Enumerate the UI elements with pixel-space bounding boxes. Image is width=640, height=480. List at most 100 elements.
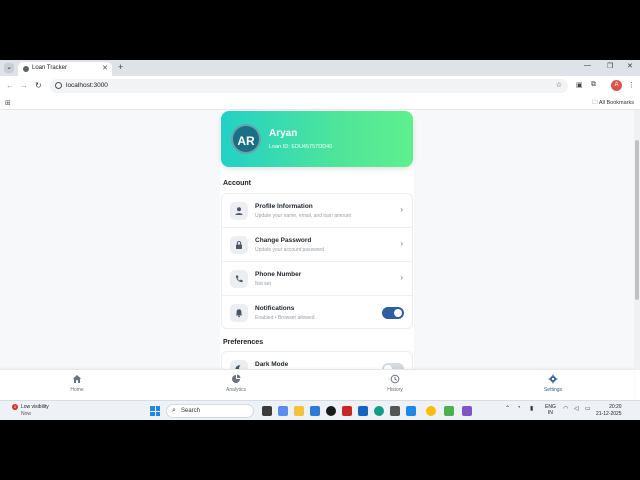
wifi-icon[interactable]: ◠ [563, 405, 568, 412]
nav-home[interactable]: Home [47, 374, 107, 393]
section-title-account: Account [223, 180, 251, 187]
chart-icon [232, 374, 241, 383]
profile-avatar[interactable]: A [611, 80, 622, 91]
mic-icon[interactable]: ▮ [530, 405, 533, 412]
phone-number-row[interactable]: Phone Number Not set › [222, 262, 412, 296]
chevron-right-icon: › [400, 239, 403, 248]
home-icon [72, 375, 82, 383]
clock-time: 20:20 [609, 404, 622, 410]
bottom-nav: Home Analytics History Settings [0, 369, 634, 399]
nav-settings[interactable]: Settings [523, 374, 583, 393]
gear-icon [548, 374, 558, 384]
browser-tab[interactable]: Loan Tracker ✕ [18, 62, 112, 76]
mongodb-icon[interactable] [444, 406, 454, 416]
all-bookmarks-button[interactable]: 🗀 All Bookmarks [592, 99, 634, 108]
taskbar-search[interactable]: ⌕ Search [166, 404, 254, 418]
row-subtitle: Update your account password [255, 247, 324, 253]
row-title: Profile Information [255, 203, 313, 210]
tab-list-button[interactable]: ⌄ [4, 63, 14, 73]
person-icon [230, 202, 248, 220]
row-subtitle: Update your name, email, and loan amount [255, 213, 351, 219]
weather-title: Low visibility [21, 404, 49, 410]
clock-date: 21-12-2025 [596, 411, 622, 417]
preferences-card: Dark Mode [221, 351, 413, 370]
nav-analytics[interactable]: Analytics [206, 374, 266, 393]
notifications-row: Notifications Enabled • Browser allowed [222, 296, 412, 330]
nav-label: Settings [543, 387, 563, 393]
task-view-icon[interactable] [262, 406, 272, 416]
settings-panel: AR Aryan Loan ID: EDU45757DD40 Account P… [220, 110, 414, 370]
globe-icon [23, 66, 29, 72]
nav-history[interactable]: History [365, 374, 425, 393]
forward-icon[interactable]: → [20, 81, 28, 90]
file-explorer-icon[interactable] [294, 406, 304, 416]
tray-overflow-icon[interactable]: ⌃ [505, 405, 510, 412]
bookmarks-bar: ⊞ 🗀 All Bookmarks [0, 96, 640, 110]
loan-id: Loan ID: EDU45757DD40 [269, 144, 333, 150]
menu-icon[interactable]: ⋮ [628, 81, 635, 89]
store-icon[interactable] [310, 406, 320, 416]
windows-start-icon[interactable] [150, 406, 160, 416]
site-info-icon[interactable] [55, 82, 62, 89]
nav-label: History [387, 387, 403, 393]
account-card: Profile Information Update your name, em… [221, 193, 413, 329]
row-title: Change Password [255, 237, 312, 244]
scrollbar-thumb[interactable] [635, 140, 639, 300]
back-icon[interactable]: ← [6, 81, 14, 90]
mcafee-icon[interactable] [342, 406, 352, 416]
nav-label: Home [70, 387, 84, 393]
reload-icon[interactable]: ↻ [35, 81, 42, 90]
page-scrollbar[interactable] [634, 110, 640, 370]
app-icon[interactable] [462, 406, 472, 416]
minimize-icon[interactable]: — [584, 62, 591, 69]
close-icon[interactable]: ✕ [102, 64, 108, 72]
profile-header: AR Aryan Loan ID: EDU45757DD40 [221, 111, 413, 167]
change-password-row[interactable]: Change Password Update your account pass… [222, 228, 412, 262]
tab-title: Loan Tracker [32, 65, 68, 71]
extension-icon[interactable]: ▣ [576, 81, 583, 89]
terminal-icon[interactable] [390, 406, 400, 416]
nav-label: Analytics [225, 387, 246, 393]
language-indicator[interactable]: ENG IN [545, 404, 556, 416]
row-title: Phone Number [255, 271, 302, 278]
edge-icon[interactable] [374, 406, 384, 416]
row-subtitle: Not set [255, 281, 271, 287]
avatar: AR [231, 124, 261, 154]
page-viewport: AR Aryan Loan ID: EDU45757DD40 Account P… [0, 110, 634, 370]
address-bar[interactable]: localhost:3000 ☆ [50, 79, 568, 93]
search-icon: ⌕ [172, 407, 176, 414]
vscode-icon[interactable] [406, 406, 416, 416]
mail-icon[interactable] [358, 406, 368, 416]
window-close-icon[interactable]: ✕ [627, 62, 633, 70]
tab-strip: ⌄ Loan Tracker ✕ + — ❐ ✕ [0, 60, 640, 76]
row-subtitle: Enabled • Browser allowed [255, 315, 315, 321]
chrome-icon[interactable] [426, 406, 436, 416]
url-text: localhost:3000 [66, 82, 108, 89]
phone-icon [230, 270, 248, 288]
dark-mode-row: Dark Mode [222, 352, 412, 370]
extensions-puzzle-icon[interactable]: ⧉ [591, 81, 596, 89]
weather-badge: 1 [12, 404, 18, 410]
bookmark-star-icon[interactable]: ☆ [556, 81, 562, 89]
dell-icon[interactable] [326, 406, 336, 416]
user-name: Aryan [269, 128, 298, 139]
all-bookmarks-label: All Bookmarks [598, 100, 634, 106]
battery-icon[interactable]: ▭ [585, 405, 591, 412]
weather-subtitle: Now [21, 411, 32, 417]
apps-grid-icon[interactable]: ⊞ [5, 99, 11, 107]
search-placeholder: Search [181, 408, 201, 414]
section-title-preferences: Preferences [223, 339, 264, 346]
widgets-icon[interactable] [278, 406, 288, 416]
os-taskbar: 1 Low visibility Now ⌕ Search ⌃ ◔ ▮ ENG … [0, 400, 640, 420]
notifications-toggle[interactable] [382, 307, 404, 319]
clock[interactable]: 20:20 21-12-2025 [596, 404, 622, 418]
maximize-icon[interactable]: ❐ [607, 62, 613, 70]
folder-icon: 🗀 [592, 100, 598, 106]
network-status-icon[interactable]: ◔ [517, 405, 521, 411]
profile-information-row[interactable]: Profile Information Update your name, em… [222, 194, 412, 228]
screen: ⌄ Loan Tracker ✕ + — ❐ ✕ ← → ↻ localhost… [0, 60, 640, 420]
row-title: Dark Mode [255, 361, 289, 368]
new-tab-button[interactable]: + [118, 62, 123, 72]
toggle-knob [394, 309, 402, 317]
volume-icon[interactable]: ◁ [574, 405, 579, 412]
